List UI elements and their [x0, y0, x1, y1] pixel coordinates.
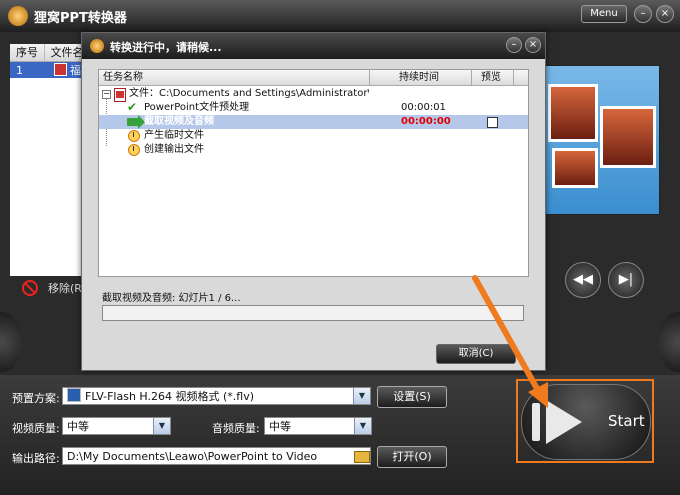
task-name: 截取视频及音频 — [144, 116, 214, 127]
file-row-label: 文件：C:\Documents and Settings\Administrat… — [129, 88, 369, 99]
status-text: 截取视频及音频: 幻灯片1 / 6... — [102, 293, 241, 304]
app-window: 狸窝PPT转换器 Menu – × 序号 文件名 1 福 移除(R) ◀◀ ▶|… — [0, 0, 680, 495]
output-path-value: D:\My Documents\Leawo\PowerPoint to Vide… — [67, 450, 318, 463]
task-row[interactable]: 产生临时文件 — [99, 129, 528, 143]
video-quality-select[interactable]: 中等 ▼ — [62, 417, 171, 435]
column-separator — [369, 70, 370, 85]
app-title: 狸窝PPT转换器 — [34, 11, 127, 26]
start-bar-icon — [532, 403, 540, 441]
rewind-button[interactable]: ◀◀ — [565, 262, 601, 298]
audio-quality-select[interactable]: 中等 ▼ — [264, 417, 372, 435]
chevron-down-icon[interactable]: ▼ — [153, 418, 170, 434]
ppt-file-icon — [54, 63, 67, 76]
file-list-row[interactable]: 1 福 — [10, 62, 85, 78]
progress-bar — [102, 305, 524, 321]
cancel-button[interactable]: 取消(C) — [436, 344, 516, 364]
task-list[interactable]: 任务名称 持续时间 预览 − 文件：C:\Documents and Setti… — [98, 69, 529, 277]
open-button[interactable]: 打开(O) — [377, 446, 447, 468]
column-header-duration[interactable]: 持续时间 — [399, 70, 439, 85]
video-quality-value: 中等 — [67, 420, 89, 433]
preview-checkbox[interactable] — [487, 117, 498, 128]
column-header-filename[interactable]: 文件名 — [45, 44, 85, 61]
output-path-label: 输出路径: — [12, 452, 60, 465]
column-header-index[interactable]: 序号 — [10, 44, 45, 61]
menu-button[interactable]: Menu — [581, 5, 627, 23]
preview-photo — [548, 84, 598, 142]
next-button[interactable]: ▶| — [608, 262, 644, 298]
left-knob-decoration — [0, 312, 22, 372]
task-duration: 00:00:00 — [401, 116, 451, 127]
start-label: Start — [608, 412, 645, 430]
preset-value: FLV-Flash H.264 视频格式 (*.flv) — [85, 390, 255, 403]
preset-label: 预置方案: — [12, 392, 60, 405]
title-bar: 狸窝PPT转换器 Menu – × — [0, 0, 680, 32]
column-separator — [513, 70, 514, 85]
folder-icon[interactable] — [354, 451, 370, 463]
collapse-icon[interactable]: − — [102, 90, 111, 99]
preview-photo — [552, 148, 598, 188]
dialog-logo-icon — [90, 39, 104, 53]
chevron-down-icon[interactable]: ▼ — [353, 388, 370, 404]
clock-icon — [128, 144, 140, 156]
dialog-title-bar: 转换进行中，请稍候... – × — [82, 33, 545, 59]
preview-photo — [600, 106, 656, 168]
file-list-header: 序号 文件名 — [10, 44, 85, 62]
audio-quality-label: 音频质量: — [212, 422, 260, 435]
play-icon — [546, 400, 582, 444]
task-row-active[interactable]: 截取视频及音频 00:00:00 — [99, 115, 528, 129]
right-knob-decoration — [658, 312, 680, 372]
preset-select[interactable]: FLV-Flash H.264 视频格式 (*.flv) ▼ — [62, 387, 371, 405]
audio-quality-value: 中等 — [269, 420, 291, 433]
video-quality-label: 视频质量: — [12, 422, 60, 435]
ppt-file-icon — [114, 88, 126, 102]
file-name: 福 — [70, 64, 81, 77]
task-list-header: 任务名称 持续时间 预览 — [99, 70, 528, 86]
settings-button[interactable]: 设置(S) — [377, 386, 447, 408]
dialog-title: 转换进行中，请稍候... — [110, 41, 222, 54]
task-name: 产生临时文件 — [144, 130, 204, 141]
file-name-cell: 福 — [48, 62, 81, 78]
conversion-dialog: 转换进行中，请稍候... – × 任务名称 持续时间 预览 − 文件：C:\Do… — [81, 32, 546, 371]
file-row[interactable]: − 文件：C:\Documents and Settings\Administr… — [99, 87, 528, 102]
output-path-input[interactable]: D:\My Documents\Leawo\PowerPoint to Vide… — [62, 447, 371, 465]
task-name: 创建输出文件 — [144, 144, 204, 155]
task-name: PowerPoint文件预处理 — [144, 102, 250, 113]
file-index: 1 — [16, 63, 23, 77]
remove-button[interactable]: 移除(R) — [22, 280, 86, 296]
task-row[interactable]: ✔ PowerPoint文件预处理 00:00:01 — [99, 100, 528, 115]
task-row[interactable]: 创建输出文件 — [99, 143, 528, 157]
column-header-task[interactable]: 任务名称 — [103, 70, 143, 85]
column-header-preview[interactable]: 预览 — [481, 70, 501, 85]
preview-area — [543, 65, 660, 215]
flv-format-icon — [67, 388, 81, 402]
check-icon: ✔ — [127, 100, 138, 114]
close-button[interactable]: × — [656, 5, 674, 23]
arrow-right-icon — [127, 115, 145, 129]
remove-icon — [22, 280, 38, 296]
start-button[interactable]: Start — [521, 384, 651, 460]
column-separator — [471, 70, 472, 85]
dialog-minimize-button[interactable]: – — [506, 37, 522, 53]
app-logo-icon — [8, 6, 28, 26]
file-list[interactable]: 序号 文件名 1 福 — [10, 44, 85, 276]
chevron-down-icon[interactable]: ▼ — [354, 418, 371, 434]
dialog-close-button[interactable]: × — [525, 37, 541, 53]
minimize-button[interactable]: – — [634, 5, 652, 23]
task-duration: 00:00:01 — [401, 102, 446, 113]
clock-icon — [128, 130, 140, 142]
